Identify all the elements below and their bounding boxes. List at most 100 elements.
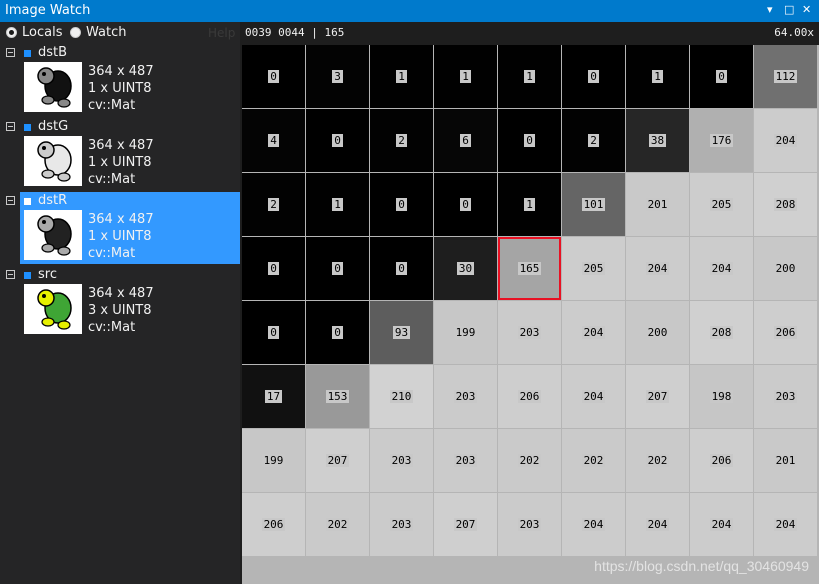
pixel-cell[interactable]: 0 [242,301,305,364]
pixel-cell[interactable]: 200 [754,237,817,300]
pixel-cell[interactable]: 1 [498,173,561,236]
collapse-icon[interactable] [6,196,15,205]
pixel-cell[interactable]: 204 [562,365,625,428]
pixel-value: 207 [645,390,670,403]
pixel-cell[interactable]: 204 [562,301,625,364]
pixel-cell[interactable]: 202 [626,429,689,492]
pixel-cell[interactable]: 204 [754,109,817,172]
pixel-value: 204 [709,518,734,531]
pixel-cell[interactable]: 202 [562,429,625,492]
pixel-cell[interactable]: 203 [370,429,433,492]
pixel-cell[interactable]: 199 [242,429,305,492]
pixel-cell[interactable]: 203 [498,493,561,556]
pixel-cell[interactable]: 176 [690,109,753,172]
image-item-src[interactable]: src 364 x 487 3 x UINT8 cv::Mat [0,266,240,339]
pixel-cell[interactable]: 207 [626,365,689,428]
pixel-value: 203 [453,390,478,403]
pixel-cell[interactable]: 206 [498,365,561,428]
pixel-cell[interactable]: 207 [306,429,369,492]
pixel-cell[interactable]: 208 [754,173,817,236]
pixel-cell[interactable]: 2 [370,109,433,172]
collapse-icon[interactable] [6,270,15,279]
pixel-cell[interactable]: 201 [626,173,689,236]
pixel-cell[interactable]: 0 [434,173,497,236]
pixel-cell[interactable]: 204 [626,493,689,556]
pixel-cell[interactable]: 205 [562,237,625,300]
radio-checked-icon[interactable] [6,27,17,38]
pixel-cell[interactable]: 17 [242,365,305,428]
pixel-cell[interactable]: 206 [690,429,753,492]
image-item-dstG[interactable]: dstG 364 x 487 1 x UINT8 cv::Mat [0,118,240,191]
pixel-cell[interactable]: 200 [626,301,689,364]
pixel-cell[interactable]: 203 [434,429,497,492]
locals-radio[interactable]: Locals [6,25,62,40]
watch-radio[interactable]: Watch [70,25,126,40]
pixel-cell[interactable]: 206 [754,301,817,364]
pixel-cell[interactable]: 0 [690,45,753,108]
pixel-cell[interactable]: 1 [370,45,433,108]
pixel-cell[interactable]: 203 [498,301,561,364]
maximize-icon[interactable]: □ [784,3,794,16]
image-item-dstR[interactable]: dstR 364 x 487 1 x UINT8 cv::Mat [0,192,240,265]
pixel-cell[interactable]: 0 [306,109,369,172]
collapse-icon[interactable] [6,122,15,131]
image-viewer[interactable]: 0039 0044 | 165 64.00x 0 3 1 1 1 0 1 0 112 4 0 2 6 0 2… [240,22,819,584]
pixel-value: 203 [517,326,542,339]
pixel-cell[interactable]: 101 [562,173,625,236]
pixel-cell[interactable]: 93 [370,301,433,364]
pixel-cell[interactable]: 1 [306,173,369,236]
pixel-cell[interactable]: 0 [242,45,305,108]
pixel-cell[interactable]: 201 [754,429,817,492]
pixel-cell[interactable]: 0 [562,45,625,108]
image-thumbnail [24,284,82,334]
pixel-cell[interactable]: 6 [434,109,497,172]
pixel-cell[interactable]: 203 [754,365,817,428]
pixel-cell[interactable]: 2 [562,109,625,172]
dropdown-icon[interactable]: ▾ [767,3,773,16]
pixel-cell[interactable]: 207 [434,493,497,556]
pixel-cell[interactable]: 204 [626,237,689,300]
pixel-cell[interactable]: 204 [690,493,753,556]
pixel-grid[interactable]: 0 3 1 1 1 0 1 0 112 4 0 2 6 0 2 38 176 204 2 1 0 0 1 101 201 205 2… [242,45,819,584]
pixel-value: 200 [645,326,670,339]
pixel-cell[interactable]: 0 [306,301,369,364]
pixel-value: 2 [268,198,279,211]
pixel-cell[interactable]: 198 [690,365,753,428]
pixel-cell[interactable]: 203 [370,493,433,556]
pixel-cell[interactable]: 0 [242,237,305,300]
image-item-dstB[interactable]: dstB 364 x 487 1 x UINT8 cv::Mat [0,44,240,117]
pixel-cell[interactable]: 4 [242,109,305,172]
pixel-cell[interactable]: 199 [434,301,497,364]
pixel-cell[interactable]: 204 [562,493,625,556]
pixel-cell[interactable]: 204 [690,237,753,300]
pixel-cell[interactable]: 165 [498,237,561,300]
pixel-cell[interactable]: 3 [306,45,369,108]
pixel-cell[interactable]: 0 [498,109,561,172]
pixel-cell[interactable]: 0 [370,237,433,300]
pixel-cell[interactable]: 205 [690,173,753,236]
pixel-cell[interactable]: 208 [690,301,753,364]
pixel-value: 198 [709,390,734,403]
pixel-cell[interactable]: 2 [242,173,305,236]
pixel-cell[interactable]: 202 [498,429,561,492]
pixel-cell[interactable]: 204 [754,493,817,556]
pixel-cell[interactable]: 1 [434,45,497,108]
pixel-cell[interactable]: 112 [754,45,817,108]
pixel-cell[interactable]: 202 [306,493,369,556]
pixel-cell[interactable]: 30 [434,237,497,300]
pixel-value: 0 [268,70,279,83]
radio-unchecked-icon[interactable] [70,27,81,38]
collapse-icon[interactable] [6,48,15,57]
pixel-cell[interactable]: 206 [242,493,305,556]
pixel-cell[interactable]: 0 [306,237,369,300]
close-icon[interactable]: ✕ [802,3,811,16]
pixel-cell[interactable]: 153 [306,365,369,428]
pixel-cell[interactable]: 210 [370,365,433,428]
help-link[interactable]: Help [208,26,235,40]
pixel-cell[interactable]: 1 [626,45,689,108]
pixel-cell[interactable]: 38 [626,109,689,172]
pixel-cell[interactable]: 0 [370,173,433,236]
pixel-cell[interactable]: 1 [498,45,561,108]
image-channels: 1 x UINT8 [88,155,152,170]
pixel-cell[interactable]: 203 [434,365,497,428]
